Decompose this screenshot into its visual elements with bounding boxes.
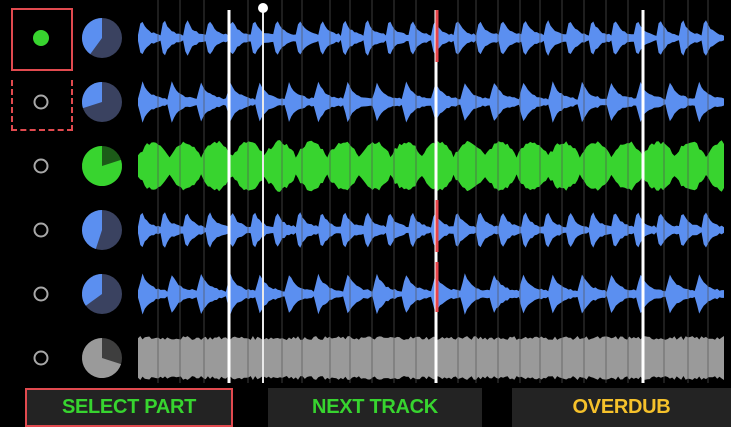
track-row[interactable] [33,336,725,380]
track-row[interactable] [33,18,724,58]
waveform [138,81,724,123]
overdub-button[interactable]: OVERDUB [512,388,731,427]
pending-track-indicator [11,80,73,131]
overdub-label: OVERDUB [572,396,671,418]
waveform [138,336,724,380]
track-row[interactable] [33,140,725,192]
track-row[interactable] [33,210,725,250]
waveform [138,212,724,248]
waveform [138,273,724,315]
playhead-handle[interactable] [258,3,268,13]
track-row[interactable] [33,273,725,315]
waveform-grid [33,0,725,383]
idle-ring-icon[interactable] [33,286,49,302]
waveform [138,140,724,192]
next-track-label: NEXT TRACK [312,396,438,418]
select-part-button[interactable]: SELECT PART [25,388,233,427]
looper-screen [0,0,731,427]
idle-ring-icon[interactable] [33,350,49,366]
waveform [138,20,724,56]
track-row[interactable] [33,81,725,123]
selected-track-highlight [11,8,73,71]
next-track-button[interactable]: NEXT TRACK [268,388,482,427]
select-part-label: SELECT PART [61,396,197,418]
footer-bar: SELECT PART NEXT TRACK OVERDUB [0,383,731,427]
idle-ring-icon[interactable] [33,222,49,238]
idle-ring-icon[interactable] [33,158,49,174]
